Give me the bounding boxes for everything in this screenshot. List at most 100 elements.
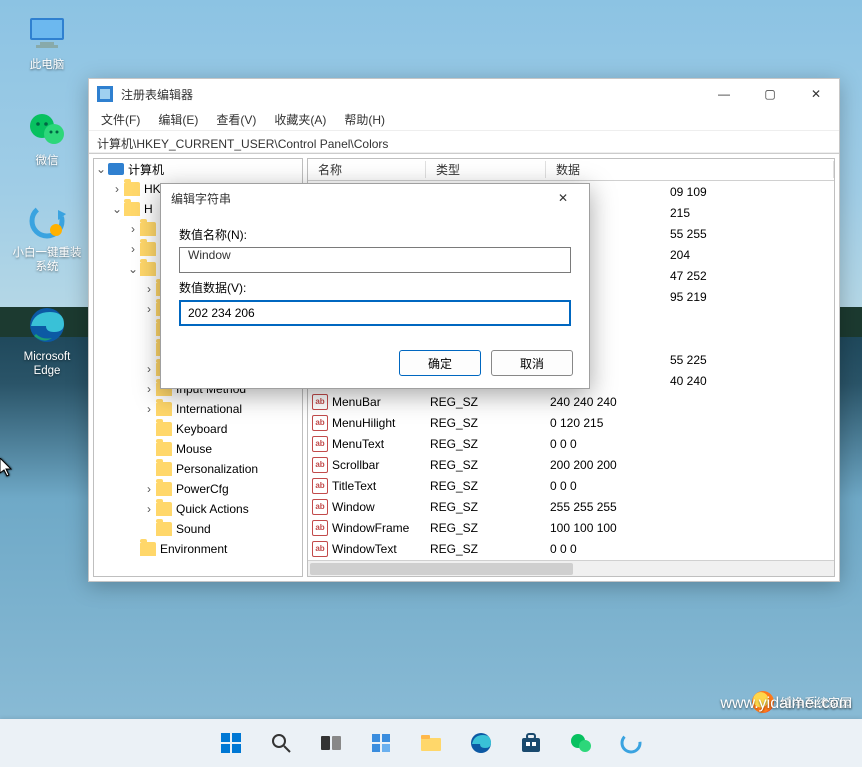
value-data: 255 255 255 <box>546 500 834 514</box>
string-value-icon: ab <box>312 520 328 536</box>
taskbar[interactable] <box>0 719 862 767</box>
value-name: MenuHilight <box>332 416 395 430</box>
value-row[interactable]: abMenuHilightREG_SZ0 120 215 <box>308 412 834 433</box>
desktop-icon-wechat[interactable]: 微信 <box>12 108 82 168</box>
folder-icon <box>156 422 172 436</box>
tree-node[interactable]: ›PowerCfg <box>94 479 302 499</box>
chevron-down-icon[interactable]: ⌄ <box>110 202 124 216</box>
taskview-button[interactable] <box>311 723 351 763</box>
menu-file[interactable]: 文件(F) <box>93 109 148 130</box>
value-name: Window <box>332 500 375 514</box>
computer-icon <box>108 163 124 175</box>
menu-view[interactable]: 查看(V) <box>208 109 264 130</box>
explorer-button[interactable] <box>411 723 451 763</box>
value-name: WindowFrame <box>332 521 409 535</box>
value-data: 240 240 240 <box>546 395 834 409</box>
mouse-cursor-icon <box>0 458 14 478</box>
chevron-right-icon[interactable]: › <box>142 502 156 516</box>
dialog-close-button[interactable]: ✕ <box>547 191 579 205</box>
address-bar[interactable]: 计算机\HKEY_CURRENT_USER\Control Panel\Colo… <box>89 131 839 153</box>
icon-label: 微信 <box>12 154 82 168</box>
tree-node[interactable]: Keyboard <box>94 419 302 439</box>
menu-help[interactable]: 帮助(H) <box>336 109 393 130</box>
value-row[interactable]: abWindowTextREG_SZ0 0 0 <box>308 538 834 559</box>
value-data-field[interactable] <box>179 300 571 326</box>
chevron-right-icon[interactable]: › <box>142 402 156 416</box>
col-type[interactable]: 类型 <box>426 161 546 178</box>
chevron-right-icon[interactable]: › <box>126 242 140 256</box>
tree-label: 计算机 <box>128 161 164 178</box>
watermark-url: www.yidaimei.com <box>720 695 852 713</box>
chevron-down-icon[interactable]: ⌄ <box>94 162 108 176</box>
value-row[interactable]: abTitleTextREG_SZ0 0 0 <box>308 475 834 496</box>
value-name-field[interactable]: Window <box>179 247 571 273</box>
start-button[interactable] <box>211 723 251 763</box>
folder-icon <box>124 202 140 216</box>
tree-node[interactable]: Sound <box>94 519 302 539</box>
value-row[interactable]: abMenuBarREG_SZ240 240 240 <box>308 391 834 412</box>
close-button[interactable]: ✕ <box>793 79 839 109</box>
reinstall-icon <box>26 200 68 242</box>
edge-taskbar-button[interactable] <box>461 723 501 763</box>
tree-label: International <box>176 402 242 416</box>
tree-node[interactable]: Personalization <box>94 459 302 479</box>
desktop-icon-reinstall[interactable]: 小白一键重装 系统 <box>12 200 82 274</box>
value-type: REG_SZ <box>426 500 546 514</box>
string-value-icon: ab <box>312 457 328 473</box>
titlebar[interactable]: 注册表编辑器 — ▢ ✕ <box>89 79 839 109</box>
chevron-down-icon[interactable]: ⌄ <box>126 262 140 276</box>
minimize-button[interactable]: — <box>701 79 747 109</box>
tree-label: Mouse <box>176 442 212 456</box>
wechat-icon <box>26 108 68 150</box>
store-button[interactable] <box>511 723 551 763</box>
column-headers[interactable]: 名称 类型 数据 <box>308 159 834 181</box>
tree-node[interactable]: Environment <box>94 539 302 559</box>
value-data: 0 0 0 <box>546 437 834 451</box>
maximize-button[interactable]: ▢ <box>747 79 793 109</box>
value-data: 0 0 0 <box>546 479 834 493</box>
folder-icon <box>140 262 156 276</box>
value-row[interactable]: abMenuTextREG_SZ0 0 0 <box>308 433 834 454</box>
value-row[interactable]: abWindowFrameREG_SZ100 100 100 <box>308 517 834 538</box>
desktop-icon-edge[interactable]: Microsoft Edge <box>12 304 82 378</box>
chevron-right-icon[interactable]: › <box>142 362 156 376</box>
horizontal-scrollbar[interactable] <box>308 560 834 576</box>
ok-button[interactable]: 确定 <box>399 350 481 376</box>
value-row[interactable]: abScrollbarREG_SZ200 200 200 <box>308 454 834 475</box>
widgets-button[interactable] <box>361 723 401 763</box>
chevron-right-icon[interactable]: › <box>142 302 156 316</box>
regedit-icon <box>97 86 113 102</box>
folder-icon <box>156 482 172 496</box>
reinstall-taskbar-button[interactable] <box>611 723 651 763</box>
tree-node[interactable]: › International <box>94 399 302 419</box>
value-name-label: 数值名称(N): <box>179 226 571 243</box>
cancel-button[interactable]: 取消 <box>491 350 573 376</box>
chevron-right-icon[interactable]: › <box>142 482 156 496</box>
tree-label: Environment <box>160 542 227 556</box>
tree-node[interactable]: ›Quick Actions <box>94 499 302 519</box>
folder-icon <box>156 502 172 516</box>
tree-node[interactable]: Mouse <box>94 439 302 459</box>
value-type: REG_SZ <box>426 395 546 409</box>
wechat-taskbar-button[interactable] <box>561 723 601 763</box>
chevron-right-icon[interactable]: › <box>142 382 156 396</box>
col-data[interactable]: 数据 <box>546 161 834 178</box>
menu-bar: 文件(F) 编辑(E) 查看(V) 收藏夹(A) 帮助(H) <box>89 109 839 131</box>
menu-favorites[interactable]: 收藏夹(A) <box>266 109 334 130</box>
folder-icon <box>124 182 140 196</box>
menu-edit[interactable]: 编辑(E) <box>150 109 206 130</box>
folder-icon <box>140 542 156 556</box>
icon-label: Microsoft Edge <box>12 350 82 378</box>
value-type: REG_SZ <box>426 521 546 535</box>
search-button[interactable] <box>261 723 301 763</box>
dialog-titlebar[interactable]: 编辑字符串 ✕ <box>161 184 589 212</box>
col-name[interactable]: 名称 <box>308 161 426 178</box>
window-title: 注册表编辑器 <box>121 86 701 103</box>
chevron-right-icon[interactable]: › <box>126 222 140 236</box>
desktop-icon-this-pc[interactable]: 此电脑 <box>12 12 82 72</box>
chevron-right-icon[interactable]: › <box>142 282 156 296</box>
value-type: REG_SZ <box>426 458 546 472</box>
chevron-right-icon[interactable]: › <box>110 182 124 196</box>
tree-node[interactable]: ⌄ 计算机 <box>94 159 302 179</box>
value-row[interactable]: abWindowREG_SZ255 255 255 <box>308 496 834 517</box>
